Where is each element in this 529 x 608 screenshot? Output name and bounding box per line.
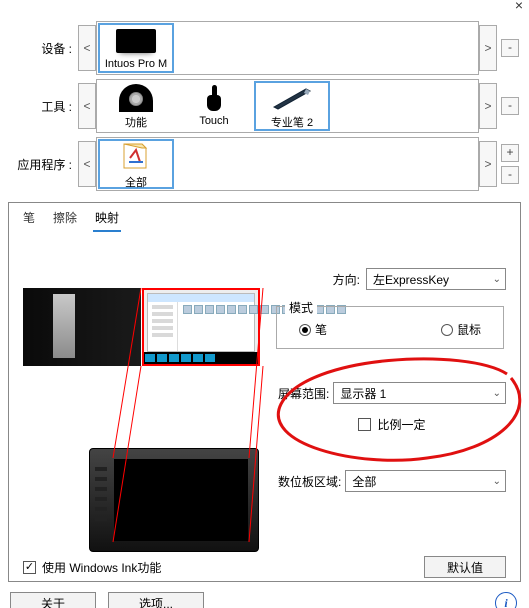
app-remove-button[interactable]: - <box>501 166 519 184</box>
app-strip: 全部 <box>96 137 479 191</box>
orientation-select[interactable]: 左ExpressKey ⌄ <box>366 268 506 290</box>
touch-icon <box>188 82 240 114</box>
checkbox-icon <box>23 561 36 574</box>
tool-next-button[interactable]: > <box>479 83 497 129</box>
tab-pen[interactable]: 笔 <box>21 207 37 232</box>
screen-area-row: 屏幕范围: 显示器 1 ⌄ <box>278 382 506 404</box>
device-tile[interactable]: Intuos Pro M <box>98 23 174 73</box>
tool-label: 工具 : <box>10 98 78 115</box>
all-apps-icon <box>110 141 162 173</box>
tool-pen[interactable]: 专业笔 2 <box>254 81 330 131</box>
mapping-lines-icon <box>23 288 277 558</box>
screen-area-select[interactable]: 显示器 1 ⌄ <box>333 382 506 404</box>
chevron-down-icon: ⌄ <box>493 274 501 285</box>
app-add-button[interactable]: + <box>501 144 519 162</box>
orientation-value: 左ExpressKey <box>373 271 449 288</box>
mode-legend: 模式 <box>285 299 317 316</box>
tab-mapping[interactable]: 映射 <box>93 207 121 232</box>
tool-remove-button[interactable]: - <box>501 97 519 115</box>
app-next-button[interactable]: > <box>479 141 497 187</box>
title-bar: Wacom 数位板属性 × <box>0 0 529 16</box>
force-proportions-row[interactable]: 比例一定 <box>278 416 506 433</box>
radio-icon <box>441 324 453 336</box>
annotation-ellipse <box>267 354 529 468</box>
device-next-button[interactable]: > <box>479 25 497 71</box>
pen-icon <box>266 83 318 113</box>
app-row: 应用程序 : < 全部 > + - <box>10 136 519 192</box>
about-button[interactable]: 关于 <box>10 592 96 608</box>
tool-row: 工具 : < 功能 Touch 专业笔 2 > - <box>10 78 519 134</box>
panel-footer: 使用 Windows Ink功能 默认值 <box>23 556 506 578</box>
mode-group: 模式 笔 鼠标 <box>276 306 504 349</box>
tab-bar: 笔 擦除 映射 <box>9 203 520 232</box>
screen-area-value: 显示器 1 <box>340 385 386 402</box>
close-icon[interactable]: × <box>515 0 523 10</box>
settings-panel: 笔 擦除 映射 方向: 左ExpressKey ⌄ <box>8 202 521 582</box>
screen-area-label: 屏幕范围: <box>278 385 329 402</box>
info-icon[interactable]: i <box>495 592 517 608</box>
tool-functions[interactable]: 功能 <box>98 81 174 131</box>
device-remove-button[interactable]: - <box>501 39 519 57</box>
tablet-area-value: 全部 <box>352 473 376 490</box>
device-row: 设备 : < Intuos Pro M > - <box>10 20 519 76</box>
tool-strip: 功能 Touch 专业笔 2 <box>96 79 479 133</box>
tab-mapping-body: 方向: 左ExpressKey ⌄ <box>9 232 520 586</box>
device-label: 设备 : <box>10 40 78 57</box>
orientation-label: 方向: <box>333 271 360 288</box>
mode-pen-radio[interactable]: 笔 <box>299 321 327 338</box>
app-all[interactable]: 全部 <box>98 139 174 189</box>
tool-touch[interactable]: Touch <box>176 81 252 131</box>
app-label: 应用程序 : <box>10 156 78 173</box>
mapping-visual <box>23 288 277 369</box>
tool-prev-button[interactable]: < <box>78 83 96 129</box>
tablet-icon <box>110 25 162 57</box>
tab-erase[interactable]: 擦除 <box>51 207 79 232</box>
dialog-footer: 关于 选项... i <box>0 588 529 608</box>
orientation-row: 方向: 左ExpressKey ⌄ <box>333 268 506 290</box>
options-button[interactable]: 选项... <box>108 592 204 608</box>
tablet-area-row: 数位板区域: 全部 ⌄ <box>278 470 506 492</box>
tablet-area-label: 数位板区域: <box>278 473 341 490</box>
defaults-button[interactable]: 默认值 <box>424 556 506 578</box>
device-prev-button[interactable]: < <box>78 25 96 71</box>
chevron-down-icon: ⌄ <box>493 476 501 487</box>
radio-icon <box>299 324 311 336</box>
device-name: Intuos Pro M <box>105 58 167 70</box>
mode-mouse-radio[interactable]: 鼠标 <box>441 321 481 338</box>
chevron-down-icon: ⌄ <box>493 388 501 399</box>
windows-ink-checkbox[interactable]: 使用 Windows Ink功能 <box>23 559 161 576</box>
force-proportions-label: 比例一定 <box>377 416 425 433</box>
device-strip: Intuos Pro M <box>96 21 479 75</box>
selectors-area: 设备 : < Intuos Pro M > - 工具 : < 功能 Touch <box>0 16 529 202</box>
tablet-area-select[interactable]: 全部 ⌄ <box>345 470 506 492</box>
functions-icon <box>110 82 162 113</box>
checkbox-icon <box>358 418 371 431</box>
app-prev-button[interactable]: < <box>78 141 96 187</box>
